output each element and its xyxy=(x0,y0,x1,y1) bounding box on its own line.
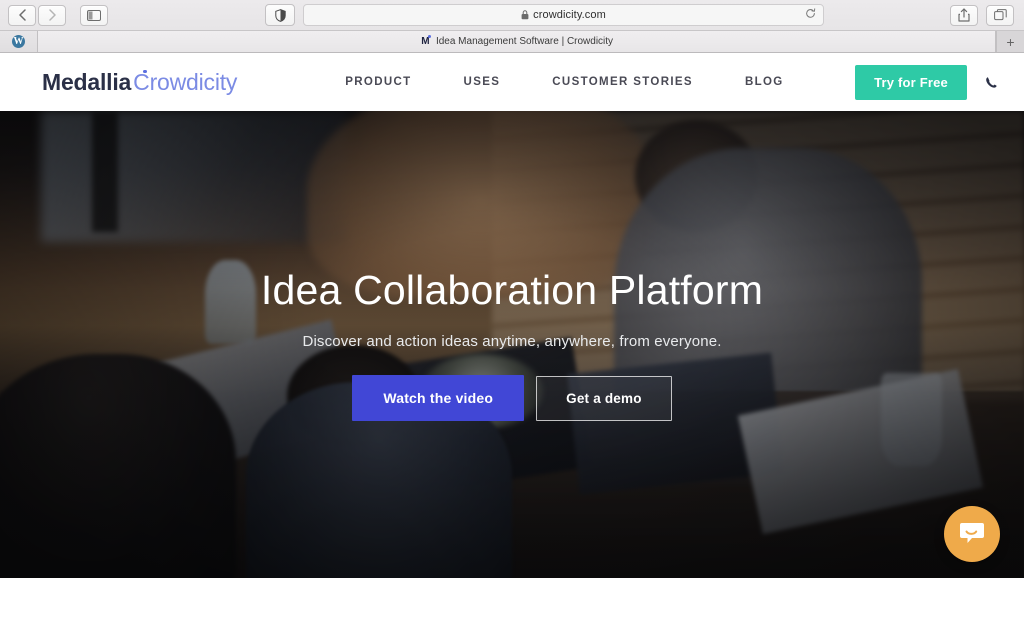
forward-button[interactable] xyxy=(38,4,66,26)
logo-product: Crowdicity xyxy=(133,68,238,95)
new-tab-button[interactable]: + xyxy=(996,31,1024,52)
browser-toolbar: crowdicity.com xyxy=(0,0,1024,30)
page-below-fold xyxy=(0,578,1024,640)
site-logo[interactable]: MedalliaCrowdicity xyxy=(42,68,238,95)
new-tab-label: + xyxy=(1006,33,1015,50)
get-a-demo-button[interactable]: Get a demo xyxy=(536,375,672,421)
logo-dot-icon xyxy=(143,69,147,73)
wordpress-favicon-icon: W xyxy=(12,35,25,48)
nav-item-customer-stories[interactable]: CUSTOMER STORIES xyxy=(552,76,693,88)
share-button[interactable] xyxy=(950,4,978,26)
hero-cta-group: Watch the video Get a demo xyxy=(352,375,672,422)
header-actions: Try for Free xyxy=(855,64,998,100)
tab-wordpress[interactable]: W xyxy=(0,31,38,52)
tab-title: Idea Management Software | Crowdicity xyxy=(435,36,614,47)
back-chevron-icon xyxy=(18,9,26,21)
nav-item-product[interactable]: PRODUCT xyxy=(345,76,411,88)
tabs-overview-button[interactable] xyxy=(986,4,1014,26)
share-icon xyxy=(958,8,970,22)
nav-item-uses[interactable]: USES xyxy=(464,76,501,88)
privacy-shield-icon xyxy=(274,8,286,22)
medallia-favicon-icon: M xyxy=(421,35,431,47)
toolbar-right-buttons xyxy=(950,4,1014,26)
navigation-buttons xyxy=(8,4,108,26)
try-for-free-button[interactable]: Try for Free xyxy=(855,64,967,100)
privacy-report-button[interactable] xyxy=(265,4,295,26)
back-button[interactable] xyxy=(8,4,36,26)
hero-content: Idea Collaboration Platform Discover and… xyxy=(0,111,1024,578)
browser-chrome: crowdicity.com W M Idea Management Softw… xyxy=(0,0,1024,53)
url-text-group: crowdicity.com xyxy=(521,9,606,21)
nav-item-blog[interactable]: BLOG xyxy=(745,76,784,88)
chat-widget-button[interactable] xyxy=(944,506,1000,562)
favicon-dot xyxy=(427,35,431,38)
page-content: MedalliaCrowdicity PRODUCT USES CUSTOMER… xyxy=(0,53,1024,640)
url-host: crowdicity.com xyxy=(533,9,606,21)
main-navigation: PRODUCT USES CUSTOMER STORIES BLOG xyxy=(345,76,783,88)
site-header: MedalliaCrowdicity PRODUCT USES CUSTOMER… xyxy=(0,53,1024,111)
phone-button[interactable] xyxy=(985,76,998,89)
hero-section: Idea Collaboration Platform Discover and… xyxy=(0,111,1024,578)
chat-bubble-icon xyxy=(960,523,984,543)
tab-strip: W M Idea Management Software | Crowdicit… xyxy=(0,30,1024,52)
logo-brand: Medallia xyxy=(42,68,132,95)
hero-title: Idea Collaboration Platform xyxy=(260,267,764,313)
sidebar-toggle-icon xyxy=(87,9,101,21)
phone-icon xyxy=(986,76,997,88)
reload-icon xyxy=(806,8,816,18)
watch-the-video-button[interactable]: Watch the video xyxy=(352,375,525,422)
reload-button[interactable] xyxy=(805,6,816,24)
tab-crowdicity[interactable]: M Idea Management Software | Crowdicity xyxy=(38,31,996,52)
hero-subtitle: Discover and action ideas anytime, anywh… xyxy=(302,333,722,351)
url-bar[interactable]: crowdicity.com xyxy=(303,4,824,26)
tabs-overview-icon xyxy=(993,9,1007,21)
sidebar-toggle-button[interactable] xyxy=(80,4,108,26)
address-bar-zone: crowdicity.com xyxy=(265,4,824,26)
forward-chevron-icon xyxy=(48,9,56,21)
lock-icon xyxy=(521,10,529,20)
